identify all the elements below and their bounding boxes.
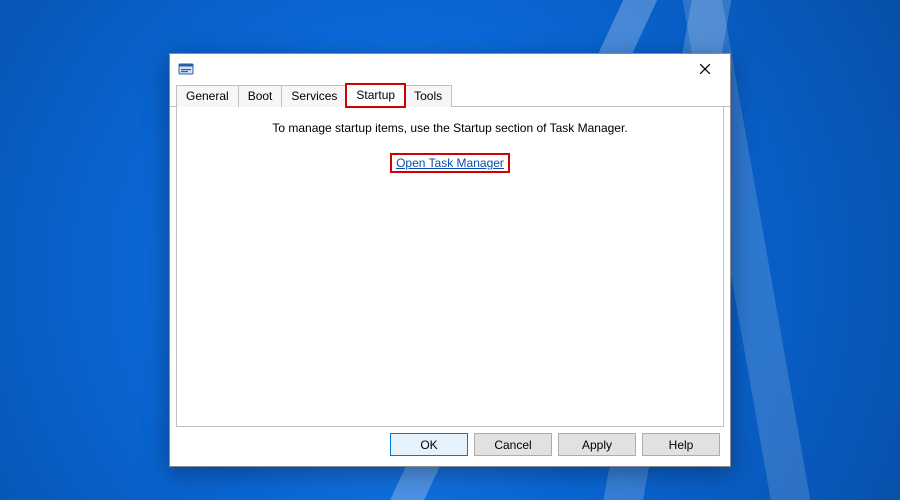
desktop-wallpaper: General Boot Services Startup Tools To m… [0, 0, 900, 500]
tab-services[interactable]: Services [281, 85, 347, 107]
tab-startup[interactable]: Startup [346, 84, 405, 107]
tab-tools[interactable]: Tools [404, 85, 452, 107]
tab-boot[interactable]: Boot [238, 85, 283, 107]
tab-content-startup: To manage startup items, use the Startup… [176, 107, 724, 427]
close-button[interactable] [686, 56, 724, 82]
titlebar [170, 54, 730, 84]
msconfig-window: General Boot Services Startup Tools To m… [169, 53, 731, 467]
open-task-manager-link[interactable]: Open Task Manager [396, 156, 504, 170]
tab-general[interactable]: General [176, 85, 239, 107]
button-bar: OK Cancel Apply Help [170, 433, 730, 466]
tab-strip: General Boot Services Startup Tools [170, 84, 730, 107]
titlebar-left [178, 61, 194, 77]
ok-button[interactable]: OK [390, 433, 468, 456]
close-icon [700, 64, 710, 74]
startup-message: To manage startup items, use the Startup… [177, 121, 723, 135]
open-task-manager-highlight: Open Task Manager [390, 153, 510, 173]
cancel-button[interactable]: Cancel [474, 433, 552, 456]
help-button[interactable]: Help [642, 433, 720, 456]
msconfig-icon [178, 61, 194, 77]
apply-button[interactable]: Apply [558, 433, 636, 456]
